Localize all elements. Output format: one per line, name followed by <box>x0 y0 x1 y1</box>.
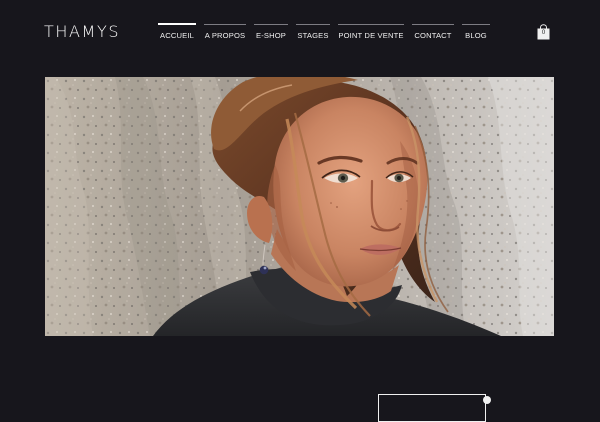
hero-image <box>45 77 554 336</box>
site-header: THAMYS ACCUEIL A PROPOS E-SHOP STAGES PO… <box>0 0 600 66</box>
cart-button[interactable]: 0 <box>537 24 550 40</box>
cart-count: 0 <box>541 30 546 36</box>
section-button[interactable] <box>378 394 486 422</box>
nav-item-e-shop[interactable]: E-SHOP <box>254 24 288 48</box>
nav-item-contact[interactable]: CONTACT <box>412 24 454 48</box>
nav-item-blog[interactable]: BLOG <box>462 24 490 48</box>
button-dot <box>483 396 491 404</box>
nav-item-stages[interactable]: STAGES <box>296 24 330 48</box>
nav-item-accueil[interactable]: ACCUEIL <box>158 23 196 48</box>
logo[interactable]: THAMYS <box>44 22 124 42</box>
portrait-photo <box>45 77 554 336</box>
main-navigation: ACCUEIL A PROPOS E-SHOP STAGES POINT DE … <box>158 23 490 48</box>
nav-item-a-propos[interactable]: A PROPOS <box>204 24 246 48</box>
nav-item-point-de-vente[interactable]: POINT DE VENTE <box>338 24 404 48</box>
